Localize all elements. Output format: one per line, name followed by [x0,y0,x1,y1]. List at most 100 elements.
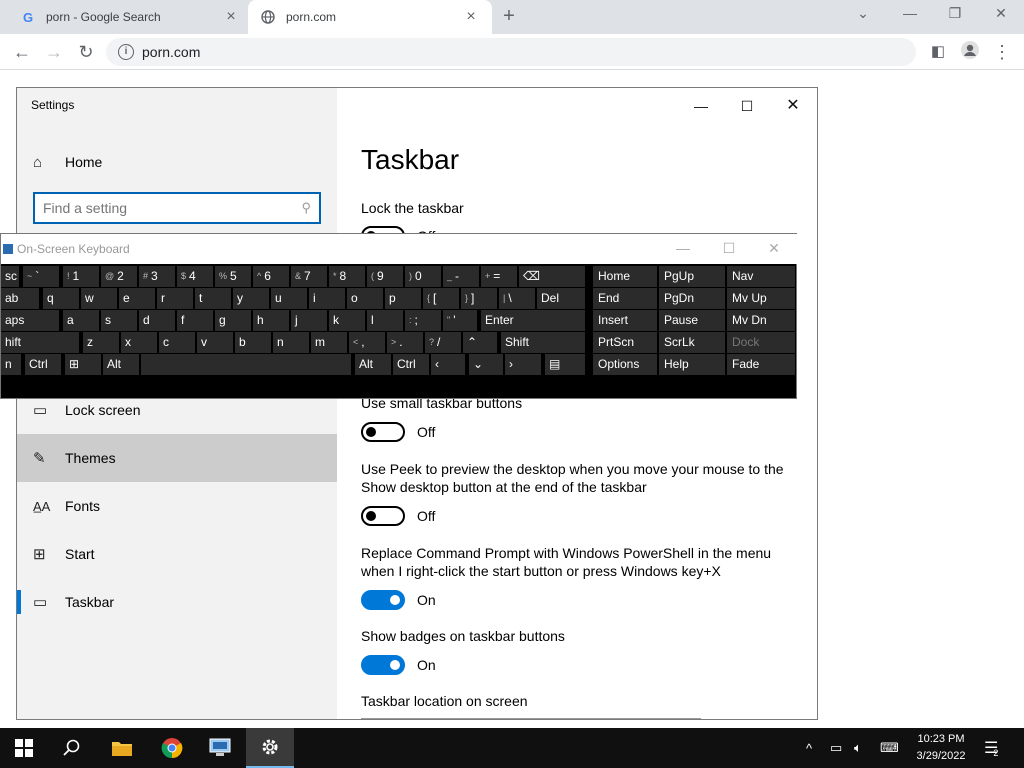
osk-key[interactable]: ! 1 [63,266,99,287]
osk-key[interactable]: o [347,288,383,309]
sidebar-item-themes[interactable]: ✎ Themes [17,434,337,482]
osk-key[interactable]: >. [387,332,423,353]
osk-key[interactable]: {[ [423,288,459,309]
side-panel-icon[interactable]: ◧ [926,40,950,64]
back-icon[interactable]: ← [10,40,34,64]
osk-key[interactable]: s [101,310,137,331]
close-tab-icon[interactable]: × [462,8,480,26]
osk-key[interactable]: n [1,354,21,375]
osk-nav-key[interactable]: Insert [593,310,657,331]
tab-porn-com[interactable]: porn.com × [248,0,492,34]
osk-key[interactable]: f [177,310,213,331]
osk-key[interactable]: ab [1,288,39,309]
osk-key[interactable]: ) 0 [405,266,441,287]
sidebar-item-start[interactable]: ⊞ Start [17,530,337,578]
osk-nav-key[interactable]: Home [593,266,657,287]
osk-key[interactable]: z [83,332,119,353]
close-button[interactable]: ✕ [773,94,813,118]
toggle-badges[interactable] [361,655,405,675]
osk-close-button[interactable]: ✕ [754,240,794,257]
osk-key[interactable]: _ - [443,266,479,287]
osk-key[interactable]: " ' [443,310,477,331]
osk-key[interactable]: % 5 [215,266,251,287]
osk-key[interactable]: Enter [481,310,585,331]
osk-key[interactable]: #3 [139,266,175,287]
osk-key[interactable]: (9 [367,266,403,287]
osk-key[interactable]: <, [349,332,385,353]
restore-button[interactable]: ❐ [940,5,970,25]
osk-key[interactable]: }] [461,288,497,309]
sidebar-item-fonts[interactable]: A̲A Fonts [17,482,337,530]
sidebar-item-home[interactable]: ⌂ Home [33,152,102,172]
osk-nav-key[interactable]: PgUp [659,266,725,287]
osk-nav-key[interactable]: Mv Dn [727,310,795,331]
tab-search-icon[interactable]: ⌄ [848,5,878,25]
osk-key[interactable]: j [291,310,327,331]
osk-key[interactable]: @2 [101,266,137,287]
osk-key[interactable]: Alt [355,354,391,375]
osk-nav-key[interactable]: Mv Up [727,288,795,309]
osk-key[interactable]: ‹ [431,354,465,375]
osk-nav-key[interactable]: Help [659,354,725,375]
osk-key[interactable]: hift [1,332,79,353]
minimize-button[interactable]: — [895,5,925,25]
osk-key[interactable]: Del [537,288,585,309]
taskbar-location-dropdown[interactable] [361,718,701,719]
osk-maximize-button[interactable]: ☐ [709,240,749,257]
osk-key[interactable]: sc [1,266,19,287]
osk-key[interactable]: Alt [103,354,139,375]
osk-key[interactable]: d [139,310,175,331]
sidebar-item-taskbar[interactable]: ▭ Taskbar [17,578,337,626]
start-button[interactable] [0,728,48,768]
search-input[interactable] [43,200,302,216]
forward-icon[interactable]: → [42,40,66,64]
new-tab-button[interactable]: + [498,5,520,27]
osk-key[interactable]: $4 [177,266,213,287]
maximize-button[interactable]: ☐ [727,94,767,118]
language-icon[interactable]: ⌨ [880,728,899,768]
osk-key[interactable]: m [311,332,347,353]
osk-key[interactable]: | \ [499,288,535,309]
osk-key[interactable]: k [329,310,365,331]
minimize-button[interactable]: — [681,94,721,118]
search-settings-field[interactable]: ⚲ [33,192,321,224]
osk-key[interactable]: ▤ [545,354,585,375]
osk-key[interactable]: › [505,354,541,375]
search-icon[interactable] [48,728,96,768]
osk-key[interactable]: ~ ` [23,266,59,287]
osk-key[interactable]: y [233,288,269,309]
osk-key[interactable]: Shift [501,332,585,353]
osk-key[interactable]: r [157,288,193,309]
osk-key[interactable] [141,354,351,375]
osk-key[interactable]: t [195,288,231,309]
osk-nav-key[interactable]: ScrLk [659,332,725,353]
osk-key[interactable]: e [119,288,155,309]
network-monitor-icon[interactable] [196,728,244,768]
osk-key[interactable]: Ctrl [25,354,61,375]
osk-key[interactable]: * 8 [329,266,365,287]
osk-key[interactable]: & 7 [291,266,327,287]
address-bar[interactable]: i porn.com [106,38,916,66]
notification-center-icon[interactable]: ☰ 2 [984,728,998,768]
toggle-powershell[interactable] [361,590,405,610]
toggle-small-buttons[interactable] [361,422,405,442]
osk-key[interactable]: p [385,288,421,309]
osk-nav-key[interactable]: End [593,288,657,309]
clock[interactable]: 10:23 PM 3/29/2022 [906,731,976,765]
osk-key[interactable]: aps [1,310,59,331]
osk-key[interactable]: ⌄ [469,354,503,375]
osk-key[interactable]: q [43,288,79,309]
osk-key[interactable]: v [197,332,233,353]
menu-kebab-icon[interactable]: ⋮ [990,40,1014,64]
osk-key[interactable]: i [309,288,345,309]
osk-nav-key[interactable]: Nav [727,266,795,287]
osk-key[interactable]: ⊞ [65,354,101,375]
reload-icon[interactable]: ↻ [74,40,98,64]
osk-nav-key[interactable]: Options [593,354,657,375]
toggle-peek[interactable] [361,506,405,526]
osk-key[interactable]: u [271,288,307,309]
osk-key[interactable]: + = [481,266,517,287]
osk-key[interactable]: x [121,332,157,353]
tab-google-search[interactable]: G porn - Google Search × [8,0,252,34]
osk-key[interactable]: :; [405,310,441,331]
